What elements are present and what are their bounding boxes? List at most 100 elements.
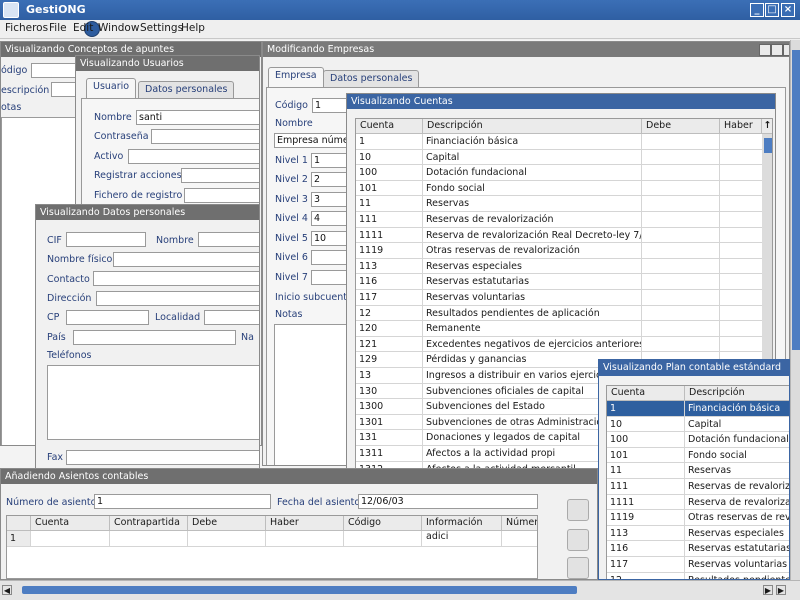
table-row[interactable]: 113 Reservas especiales (356, 258, 762, 275)
usuarios-tab-usuario[interactable]: Usuario (86, 78, 137, 98)
datos-fax-input[interactable] (66, 450, 259, 465)
asientos-header-numero[interactable]: Número (502, 516, 537, 531)
table-row[interactable]: 1 Financiación básica (607, 401, 789, 417)
scroll-right-icon[interactable]: ▶ (763, 585, 773, 595)
asientos-window[interactable]: Añadiendo Asientos contables Número de a… (0, 468, 598, 580)
menu-settings[interactable]: Settings (140, 22, 183, 34)
empresas-tab-empresa[interactable]: Empresa (268, 67, 324, 87)
usuarios-activo-input[interactable] (128, 149, 259, 164)
table-row[interactable]: 101 Fondo social (356, 180, 762, 197)
table-row[interactable]: 1119Otras reservas de revalo (607, 510, 789, 526)
asientos-header-codigo[interactable]: Código (344, 516, 422, 531)
scrollbar-thumb[interactable] (792, 50, 800, 350)
empresas-nivel3-input[interactable]: 3 (311, 192, 351, 207)
usuarios-nombre-input[interactable]: santi (136, 110, 259, 125)
table-row[interactable]: 11 Reservas (356, 196, 762, 212)
table-row[interactable]: 117 Reservas voluntarias (607, 557, 789, 573)
table-row[interactable]: 116 Reservas estatutarias (607, 541, 789, 557)
table-row[interactable]: 121 Excedentes negativos de ejercicios an… (356, 336, 762, 353)
asientos-cell[interactable] (266, 531, 344, 546)
empresas-nivel1-input[interactable]: 1 (311, 153, 351, 168)
maximize-button[interactable]: □ (765, 3, 779, 17)
table-row[interactable]: 113 Reservas especiales (607, 525, 789, 542)
asientos-cell[interactable] (422, 531, 502, 546)
table-row[interactable]: 10 Capital (607, 416, 789, 433)
datos-telefonos-area[interactable] (47, 365, 259, 440)
table-row[interactable]: 111 Reservas de revalorización (356, 212, 762, 228)
scrollbar-thumb[interactable] (22, 586, 577, 594)
scroll-left-icon[interactable]: ◀ (2, 585, 12, 595)
empresas-notas-area[interactable] (274, 324, 354, 465)
datos-cp-input[interactable] (66, 310, 149, 325)
empresas-nombre-input[interactable]: Empresa númer (274, 133, 354, 148)
datos-contacto-input[interactable] (93, 271, 259, 286)
cuentas-header-descripcion[interactable]: Descripción (423, 119, 642, 134)
plan-window[interactable]: Visualizando Plan contable estándard Cue… (598, 359, 790, 580)
plan-header-descripcion[interactable]: Descripción (685, 386, 789, 401)
table-row[interactable]: 1111 Reserva de revalorizaci (607, 494, 789, 511)
empresas-nivel6-input[interactable] (311, 250, 351, 265)
asientos-cell[interactable] (110, 531, 188, 546)
plan-table[interactable]: Cuenta Descripción 1 Financiación básica 1… (606, 385, 789, 579)
usuarios-fichero-input[interactable] (184, 188, 259, 203)
empresas-maximize-button[interactable] (771, 44, 783, 56)
asientos-numero-input[interactable]: 1 (94, 494, 271, 509)
table-row[interactable]: 120 Remanente (356, 321, 762, 337)
table-row[interactable]: 100 Dotación fundacional (356, 165, 762, 181)
table-row[interactable]: 12Resultados pendientes (607, 572, 789, 579)
main-horizontal-scrollbar[interactable]: ◀ ▶ ▶ (0, 580, 800, 600)
table-row[interactable]: 117 Reservas voluntarias (356, 290, 762, 306)
datos-localidad-input[interactable] (204, 310, 259, 325)
empresas-nivel5-input[interactable]: 10 (311, 231, 351, 246)
conceptos-descripcion-input[interactable] (51, 82, 76, 97)
close-button[interactable]: × (781, 3, 795, 17)
usuarios-registrar-input[interactable] (181, 168, 259, 183)
scrollbar-thumb[interactable] (764, 138, 772, 153)
table-row[interactable]: 11 Reservas (607, 463, 789, 479)
asientos-row[interactable]: 1 (7, 531, 537, 547)
menu-file[interactable]: File (49, 22, 67, 34)
empresas-tab-datos[interactable]: Datos personales (323, 70, 420, 88)
asientos-accept-button[interactable] (567, 529, 589, 551)
asientos-header-haber[interactable]: Haber (266, 516, 344, 531)
table-row[interactable]: 116 Reservas estatutarias (356, 274, 762, 290)
scroll-right-icon[interactable]: ▶ (776, 585, 786, 595)
asientos-cell[interactable] (31, 531, 110, 546)
cuentas-header-haber[interactable]: Haber (720, 119, 762, 134)
table-row[interactable]: 100 Dotación fundacional (607, 432, 789, 448)
asientos-cell[interactable] (188, 531, 266, 546)
empresas-nivel4-input[interactable]: 4 (311, 211, 351, 226)
menu-edit[interactable]: Edit (73, 22, 93, 34)
empresas-nivel7-input[interactable] (311, 270, 351, 285)
usuarios-contrasena-input[interactable] (151, 129, 259, 144)
cuentas-scroll-up-icon[interactable]: ↑ (762, 119, 772, 134)
asientos-cancel-button[interactable] (567, 557, 589, 579)
usuarios-window[interactable]: Visualizando Usuarios Usuario Datos pers… (75, 55, 260, 215)
menu-ficheros[interactable]: Ficheros (5, 22, 48, 34)
minimize-button[interactable]: _ (750, 3, 764, 17)
empresas-nivel2-input[interactable]: 2 (311, 172, 351, 187)
asientos-header-debe[interactable]: Debe (188, 516, 266, 531)
asientos-table[interactable]: Cuenta Contrapartida Debe Haber Código I… (6, 515, 538, 579)
asientos-cell[interactable] (344, 531, 422, 546)
datos-pais-input[interactable] (73, 330, 236, 345)
asientos-fecha-input[interactable]: 12/06/03 (358, 494, 538, 509)
menu-help[interactable]: Help (181, 22, 205, 34)
table-row[interactable]: 1 Financiación básica (356, 134, 762, 150)
empresas-close-button[interactable] (783, 44, 789, 56)
usuarios-tab-datos[interactable]: Datos personales (138, 81, 235, 99)
asientos-header-informacion[interactable]: Información adici (422, 516, 502, 542)
empresas-minimize-button[interactable] (759, 44, 771, 56)
table-row[interactable]: 101 Fondo social (607, 447, 789, 464)
datos-window[interactable]: Visualizando Datos personales CIF Nombre… (35, 204, 260, 470)
datos-direccion-input[interactable] (96, 291, 259, 306)
datos-nombre-input[interactable] (198, 232, 259, 247)
datos-nombre-fisico-input[interactable] (113, 252, 259, 267)
main-vertical-scrollbar[interactable] (790, 40, 800, 580)
asientos-header-contrapartida[interactable]: Contrapartida (110, 516, 188, 531)
table-row[interactable]: 1119 Otras reservas de revalorización (356, 243, 762, 259)
table-row[interactable]: 12 Resultados pendientes de aplicación (356, 305, 762, 322)
asientos-verify-button[interactable] (567, 499, 589, 521)
table-row[interactable]: 10 Capital (356, 149, 762, 166)
plan-header-cuenta[interactable]: Cuenta (607, 386, 685, 401)
